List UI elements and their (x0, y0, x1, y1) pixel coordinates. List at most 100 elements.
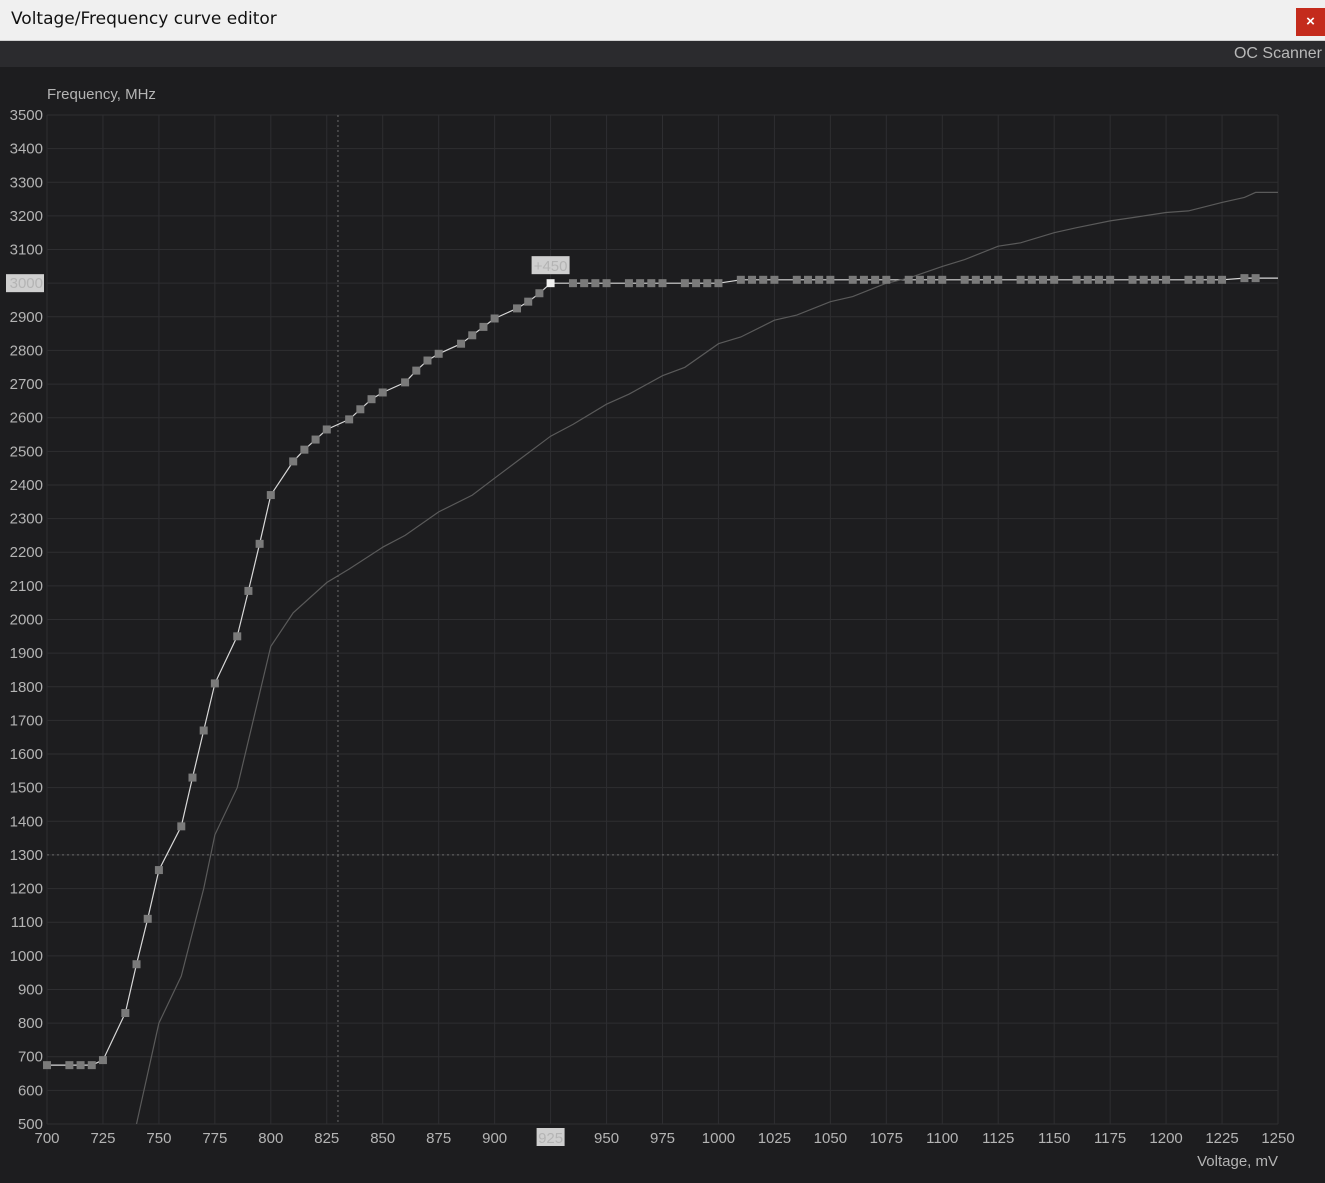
curve-point[interactable] (1139, 275, 1148, 284)
curve-point[interactable] (748, 275, 757, 284)
curve-point[interactable] (1240, 274, 1249, 283)
curve-point[interactable] (580, 279, 589, 288)
x-tick-label: 1000 (702, 1130, 735, 1147)
curve-point[interactable] (345, 415, 354, 424)
curve-point[interactable] (199, 726, 208, 735)
curve-point[interactable] (1162, 275, 1171, 284)
vf-curve-chart[interactable]: Frequency, MHz Voltage, mV 700 725 750 775 8… (0, 67, 1325, 1183)
curve-point[interactable] (1050, 275, 1059, 284)
vf-curve-chart-area[interactable]: Frequency, MHz Voltage, mV 700 725 750 775 8… (0, 67, 1325, 1183)
curve-point[interactable] (1038, 275, 1047, 284)
curve-point[interactable] (736, 275, 745, 284)
curve-point[interactable] (255, 539, 264, 548)
curve-point[interactable] (882, 275, 891, 284)
curve-point[interactable] (535, 289, 544, 298)
curve-point[interactable] (266, 491, 275, 500)
selected-curve-point[interactable] (546, 279, 555, 288)
curve-point[interactable] (1106, 275, 1115, 284)
curve-point[interactable] (65, 1061, 74, 1070)
curve-point[interactable] (76, 1061, 85, 1070)
curve-point[interactable] (87, 1061, 96, 1070)
curve-point[interactable] (803, 275, 812, 284)
y-tick-label: 1300 (10, 847, 43, 864)
curve-point[interactable] (1195, 275, 1204, 284)
curve-point[interactable] (188, 773, 197, 782)
curve-point[interactable] (143, 914, 152, 923)
curve-point[interactable] (1184, 275, 1193, 284)
curve-point[interactable] (714, 279, 723, 288)
curve-point[interactable] (971, 275, 980, 284)
curve-point[interactable] (1218, 275, 1227, 284)
curve-point[interactable] (938, 275, 947, 284)
curve-point[interactable] (98, 1056, 107, 1065)
curve-point[interactable] (680, 279, 689, 288)
curve-point[interactable] (132, 960, 141, 969)
curve-point[interactable] (859, 275, 868, 284)
curve-point[interactable] (289, 457, 298, 466)
curve-point[interactable] (513, 304, 522, 313)
curve-point[interactable] (994, 275, 1003, 284)
curve-point[interactable] (367, 395, 376, 404)
curve-point[interactable] (423, 356, 432, 365)
curve-point[interactable] (848, 275, 857, 284)
curve-point[interactable] (311, 435, 320, 444)
curve-point[interactable] (703, 279, 712, 288)
curve-point[interactable] (1251, 274, 1260, 283)
curve-point[interactable] (121, 1009, 130, 1018)
curve-point[interactable] (322, 425, 331, 434)
curve-point[interactable] (792, 275, 801, 284)
curve-point[interactable] (1072, 275, 1081, 284)
curve-point[interactable] (244, 586, 253, 595)
x-tick-label: 975 (650, 1130, 675, 1147)
curve-point[interactable] (490, 314, 499, 323)
curve-point[interactable] (815, 275, 824, 284)
curve-point[interactable] (300, 445, 309, 454)
curve-point[interactable] (1027, 275, 1036, 284)
curve-point[interactable] (177, 822, 186, 831)
curve-point[interactable] (904, 275, 913, 284)
curve-point[interactable] (759, 275, 768, 284)
curve-point[interactable] (983, 275, 992, 284)
curve-points[interactable] (43, 274, 1260, 1070)
curve-point[interactable] (591, 279, 600, 288)
curve-point[interactable] (770, 275, 779, 284)
curve-point[interactable] (1016, 275, 1025, 284)
curve-point[interactable] (356, 405, 365, 414)
curve-point[interactable] (658, 279, 667, 288)
curve-point[interactable] (233, 632, 242, 641)
curve-point[interactable] (1094, 275, 1103, 284)
curve-point[interactable] (915, 275, 924, 284)
curve-point[interactable] (1150, 275, 1159, 284)
curve-point[interactable] (43, 1061, 51, 1070)
curve-point[interactable] (468, 331, 477, 340)
curve-point[interactable] (636, 279, 645, 288)
curve-point[interactable] (960, 275, 969, 284)
curve-point[interactable] (210, 679, 219, 688)
x-tick-label: 1125 (982, 1130, 1014, 1147)
y-tick-label: 2700 (10, 376, 43, 393)
curve-point[interactable] (602, 279, 611, 288)
curve-point[interactable] (1128, 275, 1137, 284)
curve-point[interactable] (927, 275, 936, 284)
oc-scanner-button[interactable]: OC Scanner (1234, 45, 1322, 63)
close-button[interactable]: × (1296, 8, 1325, 36)
curve-point[interactable] (378, 388, 387, 397)
curve-point[interactable] (1083, 275, 1092, 284)
axis-labels: Frequency, MHz Voltage, mV 700 725 750 775 8… (6, 86, 1295, 1170)
curve-point[interactable] (647, 279, 656, 288)
curve-point[interactable] (1206, 275, 1215, 284)
curve-point[interactable] (568, 279, 577, 288)
curve-point[interactable] (479, 322, 488, 331)
curve-point[interactable] (871, 275, 880, 284)
curve-point[interactable] (524, 297, 533, 306)
curve-point[interactable] (412, 366, 421, 375)
curve-point[interactable] (624, 279, 633, 288)
offset-label: +450 (534, 258, 568, 275)
curve-point[interactable] (154, 866, 163, 875)
y-tick-label: 1500 (10, 780, 43, 797)
curve-point[interactable] (401, 378, 410, 387)
curve-point[interactable] (434, 349, 443, 358)
curve-point[interactable] (692, 279, 701, 288)
curve-point[interactable] (457, 339, 466, 348)
curve-point[interactable] (826, 275, 835, 284)
